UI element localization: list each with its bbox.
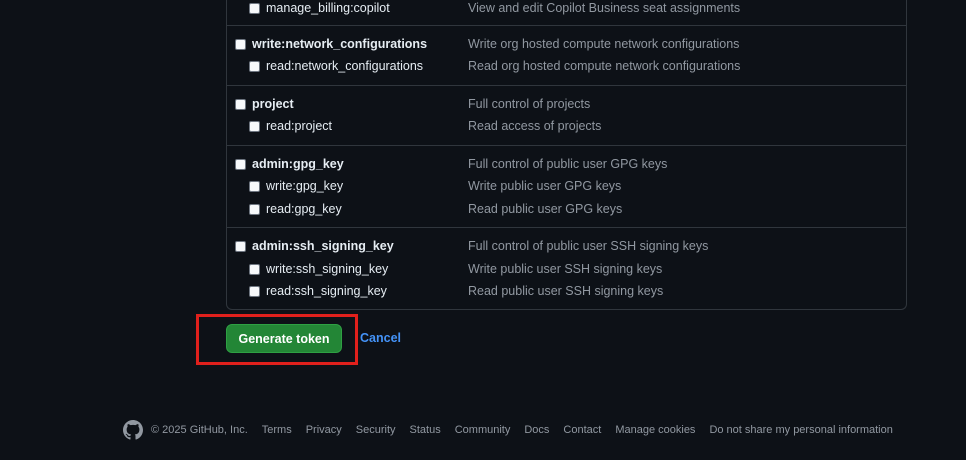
github-mark-icon[interactable]	[123, 420, 143, 440]
generate-token-button[interactable]: Generate token	[226, 324, 342, 353]
scope-checkbox[interactable]	[235, 39, 246, 50]
scope-group-ssh-signing-key: admin:ssh_signing_key Full control of pu…	[227, 227, 906, 310]
scope-description: View and edit Copilot Business seat assi…	[468, 1, 741, 15]
footer-link-docs[interactable]: Docs	[524, 424, 549, 436]
scope-checkbox[interactable]	[249, 264, 260, 275]
scope-row: write:ssh_signing_key Write public user …	[227, 259, 906, 281]
footer-link-privacy[interactable]: Privacy	[306, 424, 342, 436]
scope-row: read:project Read access of projects	[227, 116, 906, 138]
scope-description: Read public user GPG keys	[468, 202, 623, 216]
site-footer: © 2025 GitHub, Inc. Terms Privacy Securi…	[123, 419, 907, 441]
footer-link-terms[interactable]: Terms	[262, 424, 292, 436]
scope-name: project	[252, 97, 294, 111]
scopes-table: manage_billing:copilot View and edit Cop…	[226, 0, 907, 310]
scope-checkbox[interactable]	[249, 286, 260, 297]
scope-row: admin:ssh_signing_key Full control of pu…	[227, 236, 906, 258]
scope-description: Write org hosted compute network configu…	[468, 37, 740, 51]
scope-checkbox[interactable]	[235, 159, 246, 170]
footer-link-security[interactable]: Security	[356, 424, 396, 436]
scope-description: Full control of public user GPG keys	[468, 157, 668, 171]
scope-checkbox[interactable]	[249, 61, 260, 72]
scope-checkbox[interactable]	[249, 3, 260, 14]
scope-row: manage_billing:copilot View and edit Cop…	[227, 0, 906, 20]
footer-link-contact[interactable]: Contact	[563, 424, 601, 436]
scope-checkbox[interactable]	[235, 241, 246, 252]
scope-description: Full control of projects	[468, 97, 591, 111]
scope-description: Read public user SSH signing keys	[468, 284, 664, 298]
footer-link-do-not-share[interactable]: Do not share my personal information	[709, 424, 892, 436]
scope-name: read:network_configurations	[266, 59, 424, 73]
scope-row: read:ssh_signing_key Read public user SS…	[227, 281, 906, 303]
footer-copyright: © 2025 GitHub, Inc.	[151, 424, 248, 436]
scope-row: write:network_configurations Write org h…	[227, 34, 906, 56]
scope-group-copilot: manage_billing:copilot View and edit Cop…	[227, 0, 906, 25]
scope-description: Read org hosted compute network configur…	[468, 59, 741, 73]
scope-description: Write public user SSH signing keys	[468, 262, 663, 276]
scope-name: write:ssh_signing_key	[266, 262, 389, 276]
scope-row: read:gpg_key Read public user GPG keys	[227, 199, 906, 221]
scope-row: admin:gpg_key Full control of public use…	[227, 154, 906, 176]
scope-description: Read access of projects	[468, 119, 602, 133]
scope-checkbox[interactable]	[235, 99, 246, 110]
scope-group-project: project Full control of projects read:pr…	[227, 85, 906, 145]
footer-link-status[interactable]: Status	[410, 424, 441, 436]
scope-group-network-configurations: write:network_configurations Write org h…	[227, 25, 906, 85]
scope-row: read:network_configurations Read org hos…	[227, 56, 906, 78]
scope-name: admin:gpg_key	[252, 157, 344, 171]
scope-name: manage_billing:copilot	[266, 1, 390, 15]
token-scopes-page: manage_billing:copilot View and edit Cop…	[0, 0, 966, 460]
scope-name: read:gpg_key	[266, 202, 342, 216]
scope-row: project Full control of projects	[227, 94, 906, 116]
scope-name: read:project	[266, 119, 333, 133]
scope-name: write:network_configurations	[252, 37, 428, 51]
scope-name: write:gpg_key	[266, 179, 344, 193]
scope-name: admin:ssh_signing_key	[252, 239, 394, 253]
scope-description: Full control of public user SSH signing …	[468, 239, 709, 253]
footer-link-community[interactable]: Community	[455, 424, 511, 436]
scope-name: read:ssh_signing_key	[266, 284, 387, 298]
scope-group-gpg-key: admin:gpg_key Full control of public use…	[227, 145, 906, 227]
scope-row: write:gpg_key Write public user GPG keys	[227, 176, 906, 198]
scope-checkbox[interactable]	[249, 204, 260, 215]
scope-checkbox[interactable]	[249, 181, 260, 192]
cancel-link[interactable]: Cancel	[360, 331, 401, 345]
scope-description: Write public user GPG keys	[468, 179, 622, 193]
footer-link-manage-cookies[interactable]: Manage cookies	[615, 424, 695, 436]
scope-checkbox[interactable]	[249, 121, 260, 132]
